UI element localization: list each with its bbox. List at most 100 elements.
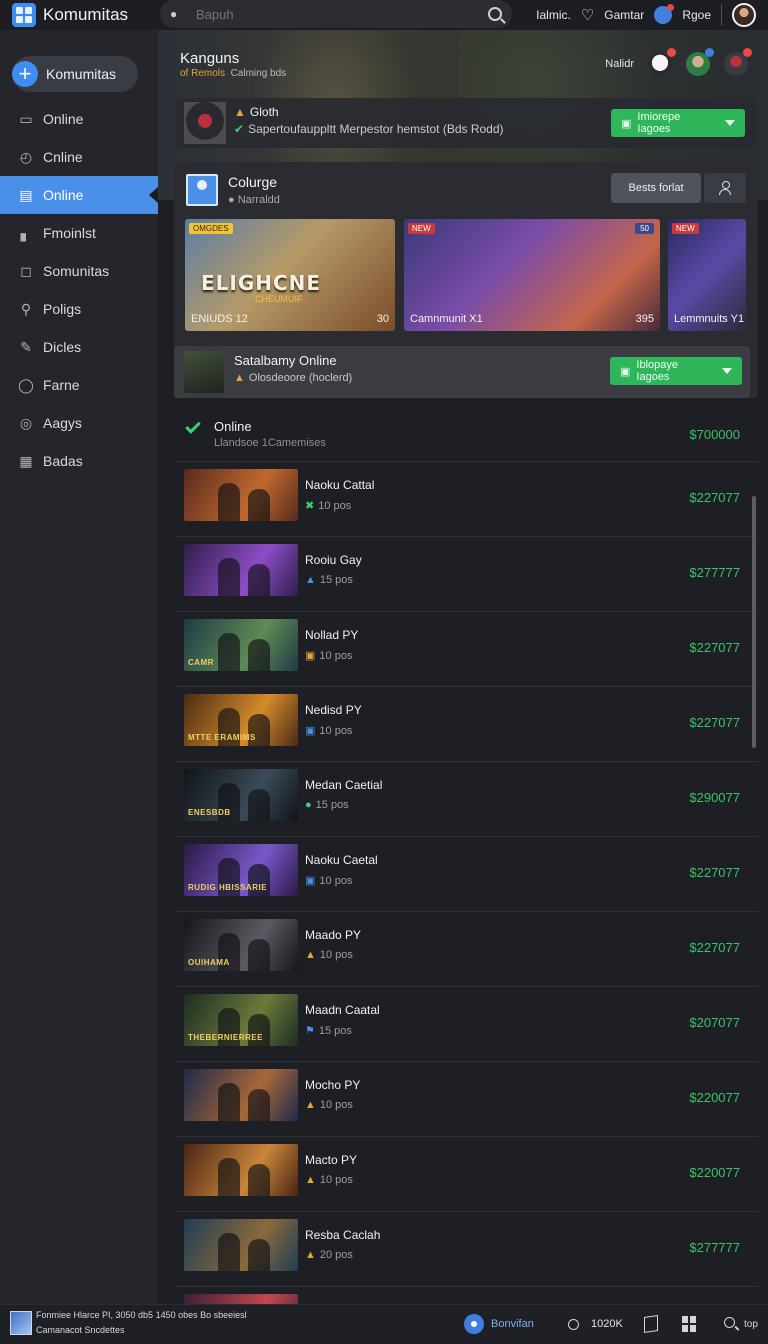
listing-meta-text: 10 pos (319, 725, 353, 737)
sidebar-item-label: Online (43, 111, 84, 127)
banner-card[interactable]: OMGDES ELIGHCNE CHEUMUIF ENIUDS 12 30 (185, 219, 395, 331)
list-header-title: Online (214, 419, 252, 434)
list-rows: Naoku Cattal ✖ 10 pos $227077 Rooiu Gay ▲ 15 p… (174, 462, 758, 1304)
figure-silhouette (248, 1164, 270, 1196)
figure-silhouette (248, 939, 270, 971)
banner-card[interactable]: NEW Lemmnuits Y1 (668, 219, 746, 331)
listing-meta: ✖ 10 pos (305, 499, 351, 512)
member-avatar[interactable] (686, 48, 714, 76)
list-item[interactable]: Macto PY ▲ 10 pos $220077 (174, 1137, 758, 1212)
listing-meta: ▣ 10 pos (305, 649, 352, 662)
promo-card[interactable]: ▲ Gloth ✔ Sapertoufauppltt Merpestor hemst… (176, 98, 756, 148)
ghost-avatar[interactable] (648, 48, 676, 76)
app-logo-icon (12, 3, 36, 27)
sidebar-item-aagys[interactable]: ◎ Aagys (0, 404, 158, 442)
sidebar-item-online[interactable]: ▭ Online (0, 100, 158, 138)
torch-icon: ▲ (305, 949, 316, 961)
listing-meta-text: 10 pos (319, 650, 353, 662)
box-icon: ▣ (620, 365, 631, 378)
top-link-2[interactable]: Gamtar (604, 8, 644, 22)
check-icon (185, 418, 201, 434)
listing-thumbnail (184, 1069, 298, 1121)
group-icon: ● (305, 799, 312, 811)
list-item[interactable]: CAMR Nollad PY ▣ 10 pos $227077 (174, 612, 758, 687)
grid-icon[interactable] (682, 1316, 696, 1332)
listing-name: Rooiu Gay (305, 553, 362, 567)
bottom-bar: Fonmiee Hlarce PI, 3050 db5 1450 obes Bo… (0, 1304, 768, 1344)
bottom-avatar[interactable] (10, 1311, 32, 1335)
listing-meta: ▲ 10 pos (305, 949, 353, 961)
thumbnail-caption: THEBERNIERREE (188, 1033, 263, 1042)
banner-tag: NEW (408, 223, 435, 234)
sidebar-item-poligs[interactable]: ⚲ Poligs (0, 290, 158, 328)
sidebar-item-badas[interactable]: ▦ Badas (0, 442, 158, 480)
list-item[interactable]: THEBERNIERREE Maadn Caatal ⚑ 15 pos $207077 (174, 987, 758, 1062)
banner-badge: 50 (635, 223, 654, 234)
top-bar: Komumitas ● Ialmic. ♡ Gamtar Rgoe (0, 0, 768, 30)
zoom-icon[interactable] (724, 1317, 735, 1328)
listing-thumbnail (184, 1294, 298, 1304)
banner-label: ENIUDS 12 (191, 313, 248, 325)
brand-icon[interactable] (464, 1314, 484, 1334)
torch-icon: ▲ (234, 105, 246, 119)
figure-silhouette (248, 1239, 270, 1271)
list-item[interactable]: Mocho PY ▲ 10 pos $220077 (174, 1062, 758, 1137)
thumbnail-caption: RUDIG HBISSARIE (188, 883, 268, 892)
listing-thumbnail (184, 469, 298, 521)
listing-name: Naoku Cattal (305, 478, 375, 492)
heart-icon[interactable]: ♡ (581, 6, 594, 24)
app-title: Komumitas (43, 5, 129, 24)
group-join-button[interactable]: ▣ Iblopaye Iagoes (610, 357, 742, 385)
hero-right-label[interactable]: Nalidr (605, 58, 634, 70)
listing-price: $277777 (689, 1240, 740, 1255)
banner-count: 30 (376, 313, 389, 325)
member-avatar[interactable] (724, 48, 752, 76)
notification-icon[interactable] (654, 4, 675, 24)
sidebar-item-online-active[interactable]: ▤ Online (0, 176, 158, 214)
bottom-count: 1020K (591, 1318, 623, 1330)
brand[interactable]: Komumitas (0, 3, 158, 27)
sidebar-item-dicles[interactable]: ✎ Dicles (0, 328, 158, 366)
search-icon[interactable] (488, 7, 502, 21)
search-input[interactable] (196, 6, 476, 22)
list-item[interactable]: OUIHAMA Maado PY ▲ 10 pos $227077 (174, 912, 758, 987)
note-icon[interactable] (644, 1315, 658, 1333)
list-item[interactable]: Naoku Cattal ✖ 10 pos $227077 (174, 462, 758, 537)
sidebar-item-farne[interactable]: ◯ Farne (0, 366, 158, 404)
monitor-icon: ▭ (19, 111, 33, 127)
list-item[interactable]: Rooiu Gay ▲ 15 pos $277777 (174, 537, 758, 612)
scrollbar[interactable] (752, 496, 756, 748)
group-subtitle: ● Narraldd (228, 194, 280, 206)
bottom-brand[interactable]: Bonvifan (491, 1318, 534, 1330)
promo-join-button[interactable]: ▣ Imiorepe Iagoes (611, 109, 745, 137)
follow-button[interactable]: Bests forlat (611, 173, 701, 203)
user-avatar[interactable] (732, 3, 756, 27)
search-icon[interactable] (568, 1319, 579, 1330)
list-item[interactable]: ENESBDB Medan Caetial ● 15 pos $290077 (174, 762, 758, 837)
listing-meta: ⚑ 15 pos (305, 1024, 352, 1037)
sidebar-item-somunitas[interactable]: ◻ Somunitas (0, 252, 158, 290)
listing-meta: ▲ 10 pos (305, 1174, 353, 1186)
group-sub-card[interactable]: Satalbamy Online ▲ Olosdeoore (hoclerd) ▣… (174, 346, 750, 398)
thumbnail-caption: ENESBDB (188, 808, 231, 817)
divider (721, 4, 722, 26)
top-right-nav: Ialmic. ♡ Gamtar Rgoe (536, 0, 768, 30)
user-button[interactable] (704, 173, 746, 203)
group-sub-text: Narraldd (237, 194, 280, 206)
search-bar[interactable]: ● (160, 0, 512, 28)
banner-card[interactable]: NEW 50 Camnmunit X1 395 (404, 219, 660, 331)
list-item[interactable]: Haatal Cattl▲10 pos$220077 (174, 1287, 758, 1304)
top-link-3[interactable]: Rgoe (682, 8, 711, 22)
new-community-button[interactable]: + Komumitas (12, 56, 138, 92)
scroll-top-link[interactable]: top (744, 1319, 758, 1330)
list-item[interactable]: MTTE ERAMIMS Nedisd PY ▣ 10 pos $227077 (174, 687, 758, 762)
sidebar-item-fmoinlst[interactable]: ▖ Fmoinlst (0, 214, 158, 252)
sidebar-item-cnline[interactable]: ◴ Cnline (0, 138, 158, 176)
sidebar-item-label: Cnline (43, 149, 83, 165)
listing-thumbnail: ENESBDB (184, 769, 298, 821)
list-item[interactable]: RUDIG HBISSARIE Naoku Caetal ▣ 10 pos $22707… (174, 837, 758, 912)
list-header[interactable]: Online Llandsoe 1Camemises $700000 (174, 406, 758, 462)
list-item[interactable]: Resba Caclah ▲ 20 pos $277777 (174, 1212, 758, 1287)
top-link-1[interactable]: Ialmic. (536, 8, 571, 22)
hero-actions: Nalidr (605, 48, 752, 76)
